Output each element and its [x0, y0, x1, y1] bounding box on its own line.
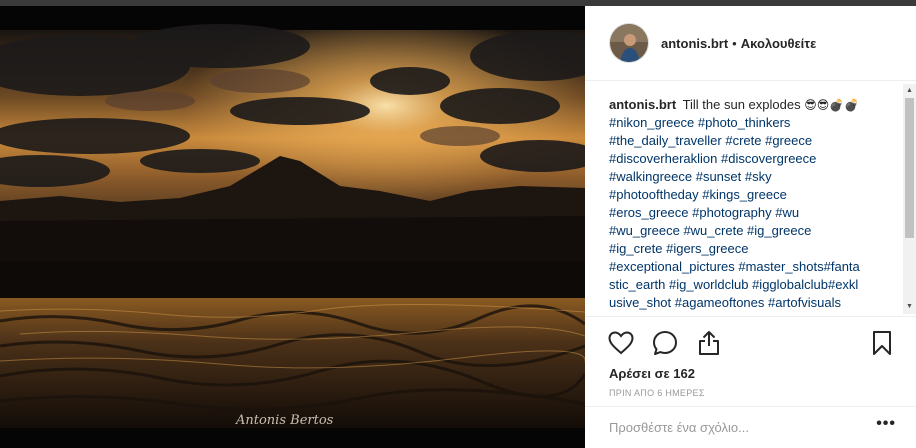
- comment-bubble-icon: [653, 331, 677, 355]
- share-icon: [699, 331, 719, 355]
- post-photo[interactable]: Antonis Bertos: [0, 6, 585, 448]
- hashtag-line[interactable]: #exceptional_pictures #master_shots#fant…: [609, 258, 884, 276]
- caption-emoji: 😎😎💣💣: [804, 98, 860, 112]
- comment-input[interactable]: [609, 417, 859, 437]
- bookmark-icon: [873, 331, 891, 355]
- action-icons: [607, 329, 723, 359]
- hashtag-line[interactable]: usive_shot #agameoftones #artofvisuals: [609, 294, 884, 312]
- avatar-image: [610, 24, 648, 62]
- hashtag-line[interactable]: #photooftheday #kings_greece: [609, 186, 884, 204]
- avatar[interactable]: [609, 23, 649, 63]
- share-button[interactable]: [695, 329, 723, 357]
- caption-username-link[interactable]: antonis.brt: [609, 97, 676, 112]
- hashtag-line[interactable]: stic_earth #ig_worldclub #igglobalclub#e…: [609, 276, 884, 294]
- caption: antonis.brt Till the sun explodes 😎😎💣💣 #…: [609, 96, 884, 312]
- post-header: antonis.brt • Ακολουθείτε: [585, 6, 916, 81]
- post-sidebar: antonis.brt • Ακολουθείτε antonis.brt Till…: [585, 6, 916, 448]
- scroll-up-arrow-icon[interactable]: ▲: [903, 84, 916, 98]
- separator-dot: •: [732, 35, 737, 51]
- caption-first-line: antonis.brt Till the sun explodes 😎😎💣💣: [609, 96, 884, 114]
- likes-count[interactable]: Αρέσει σε 162: [609, 366, 695, 381]
- follow-button[interactable]: Ακολουθείτε: [741, 36, 817, 51]
- scroll-down-arrow-icon[interactable]: ▼: [903, 300, 916, 314]
- photo-watermark: Antonis Bertos: [235, 413, 334, 428]
- scroll-thumb[interactable]: [905, 98, 914, 238]
- header-text: antonis.brt • Ακολουθείτε: [661, 36, 816, 51]
- heart-icon: [608, 331, 634, 355]
- save-button[interactable]: [868, 329, 896, 357]
- hashtag-line[interactable]: #nikon_greece #photo_thinkers: [609, 114, 884, 132]
- comments-scrollbar[interactable]: ▲ ▼: [903, 84, 916, 314]
- hashtag-line[interactable]: #wu_greece #wu_crete #ig_greece: [609, 222, 884, 240]
- hashtag-line[interactable]: #walkingreece #sunset #sky: [609, 168, 884, 186]
- comments-area[interactable]: antonis.brt Till the sun explodes 😎😎💣💣 #…: [585, 82, 916, 316]
- sunset-image: Antonis Bertos: [0, 6, 585, 448]
- comment-button[interactable]: [651, 329, 679, 357]
- hashtag-line[interactable]: #the_daily_traveller #crete #greece: [609, 132, 884, 150]
- add-comment-section: •••: [585, 406, 916, 448]
- hashtag-line[interactable]: #discoverheraklion #discovergreece: [609, 150, 884, 168]
- hashtag-line[interactable]: #eros_greece #photography #wu: [609, 204, 884, 222]
- like-button[interactable]: [607, 329, 635, 357]
- more-options-button[interactable]: •••: [876, 415, 896, 433]
- username-link[interactable]: antonis.brt: [661, 36, 728, 51]
- caption-text: Till the sun explodes: [682, 97, 801, 112]
- post-timestamp[interactable]: ΠΡΙΝ ΑΠΟ 6 ΗΜΕΡΕΣ: [609, 388, 705, 398]
- hashtag-line[interactable]: #ig_crete #igers_greece: [609, 240, 884, 258]
